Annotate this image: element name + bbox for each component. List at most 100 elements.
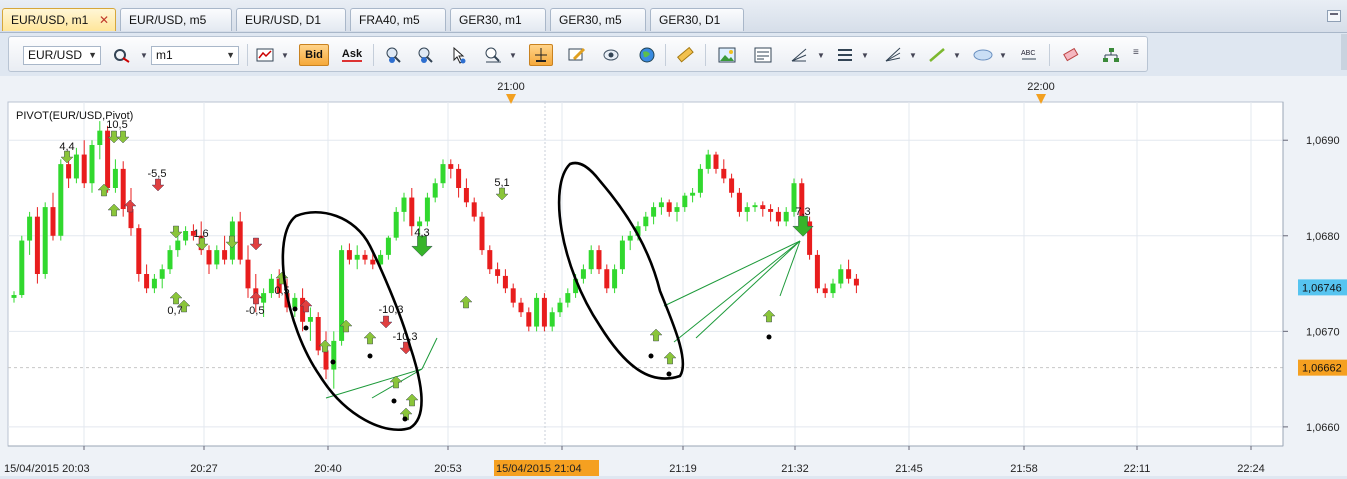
lines-icon[interactable] xyxy=(833,44,857,66)
close-icon[interactable]: ✕ xyxy=(99,9,109,32)
x-tick-label: 20:40 xyxy=(314,463,342,475)
trendline-icon[interactable] xyxy=(925,44,949,66)
chevron-down-icon[interactable]: ▼ xyxy=(281,51,289,60)
candle xyxy=(526,312,532,327)
ink-dot xyxy=(402,416,408,422)
symbol-dropdown[interactable]: EUR/USD ▼ xyxy=(23,46,101,65)
tab-eurusd-m5[interactable]: EUR/USD, m5 xyxy=(120,8,232,31)
candle xyxy=(534,297,540,327)
annotation-label: 4,4 xyxy=(59,141,74,153)
chevron-down-icon: ▼ xyxy=(226,50,235,60)
crosshair-icon[interactable] xyxy=(529,44,553,66)
chevron-down-icon[interactable]: ▼ xyxy=(140,51,148,60)
candle xyxy=(175,240,181,251)
chevron-down-icon[interactable]: ▼ xyxy=(509,51,517,60)
candle xyxy=(479,216,485,251)
tab-ger30-m1[interactable]: GER30, m1 xyxy=(450,8,546,31)
x-tick-label: 20:27 xyxy=(190,463,218,475)
candle xyxy=(471,202,477,217)
image-icon[interactable] xyxy=(715,44,739,66)
candle xyxy=(417,221,423,227)
zoom-out-icon[interactable] xyxy=(413,44,437,66)
candle xyxy=(105,130,111,188)
chevron-down-icon[interactable]: ▼ xyxy=(861,51,869,60)
ellipse-icon[interactable] xyxy=(971,44,995,66)
candle xyxy=(487,250,493,270)
timeframe-dropdown[interactable]: m1 ▼ xyxy=(151,46,239,65)
chevron-down-icon[interactable]: ▼ xyxy=(999,51,1007,60)
more-options-icon[interactable]: ≡ xyxy=(1133,47,1139,58)
ruler-icon[interactable] xyxy=(673,44,697,66)
candle xyxy=(838,269,844,284)
x-tick-label: 15/04/2015 21:04 xyxy=(496,463,582,475)
chevron-down-icon[interactable]: ▼ xyxy=(817,51,825,60)
chevron-down-icon[interactable]: ▼ xyxy=(909,51,917,60)
x-tick-label: 21:45 xyxy=(895,463,923,475)
candle xyxy=(853,278,859,286)
bid-button[interactable]: Bid xyxy=(299,44,329,66)
eraser-icon[interactable] xyxy=(1059,44,1083,66)
chart-toolbar: EUR/USD ▼ ▼ m1 ▼ ▼ Bid Ask ▼ ▼ ▼ ▼ ▼ ▼ ABC… xyxy=(8,36,1148,72)
candle xyxy=(362,254,368,260)
chevron-down-icon: ▼ xyxy=(88,50,97,60)
remove-symbol-icon[interactable] xyxy=(109,44,133,66)
tab-ger30-m5[interactable]: GER30, m5 xyxy=(550,8,646,31)
candle xyxy=(705,154,711,169)
y-tick-label: 1,0680 xyxy=(1306,231,1340,243)
candle xyxy=(66,164,72,179)
tab-eurusd-d1[interactable]: EUR/USD, D1 xyxy=(236,8,346,31)
ink-dot xyxy=(367,353,373,359)
zoom-tool-icon[interactable] xyxy=(481,44,505,66)
x-tick-label: 21:19 xyxy=(669,463,697,475)
cursor-icon[interactable] xyxy=(447,44,471,66)
candle xyxy=(89,145,95,184)
template-icon[interactable] xyxy=(751,44,775,66)
tab-eurusd-m1[interactable]: EUR/USD, m1 ✕ xyxy=(2,8,116,31)
candle xyxy=(822,288,828,294)
candle xyxy=(502,275,508,289)
ask-button[interactable]: Ask xyxy=(337,44,367,66)
candle xyxy=(346,250,352,260)
candle xyxy=(237,221,243,260)
edit-icon[interactable] xyxy=(565,44,589,66)
candle xyxy=(518,302,524,313)
candle xyxy=(151,278,157,289)
tab-fra40-m5[interactable]: FRA40, m5 xyxy=(350,8,446,31)
hierarchy-icon[interactable] xyxy=(1099,44,1123,66)
candle xyxy=(136,228,142,274)
candle xyxy=(81,154,87,184)
chart-type-icon[interactable] xyxy=(253,44,277,66)
minimize-button[interactable] xyxy=(1327,10,1341,22)
candle xyxy=(409,197,415,227)
eye-icon[interactable] xyxy=(599,44,623,66)
svg-text:ABC: ABC xyxy=(1021,50,1035,57)
toolbar-edge xyxy=(1341,34,1347,70)
annotation-label: 5,1 xyxy=(494,177,509,189)
toolbar-separator xyxy=(1049,44,1050,66)
tab-label: GER30, m1 xyxy=(459,13,522,27)
candle xyxy=(97,130,103,145)
candle xyxy=(666,202,672,212)
chart-area[interactable]: 21:00 22:00 4,4 10,5 -5,5 1,6 0,7 -0,5 0,5 4,3 -1… xyxy=(0,76,1347,476)
chevron-down-icon[interactable]: ▼ xyxy=(953,51,961,60)
candle xyxy=(674,207,680,212)
candle xyxy=(331,340,337,370)
candle xyxy=(183,231,189,241)
candle xyxy=(393,211,399,238)
text-icon[interactable]: ABC xyxy=(1017,44,1041,66)
candle xyxy=(619,240,625,270)
candle xyxy=(752,205,758,208)
globe-icon[interactable] xyxy=(635,44,659,66)
candle xyxy=(206,250,212,265)
candle xyxy=(658,202,664,208)
candle xyxy=(448,164,454,169)
tab-label: GER30, m5 xyxy=(559,13,622,27)
fan-icon[interactable] xyxy=(881,44,905,66)
price-chart[interactable]: 21:00 22:00 4,410,5-5,51,60,7 -0,50,54,3-1… xyxy=(0,76,1347,476)
annotation-label: 1,6 xyxy=(193,228,208,240)
tab-ger30-d1[interactable]: GER30, D1 xyxy=(650,8,744,31)
ink-dot xyxy=(303,325,309,331)
zoom-in-icon[interactable] xyxy=(381,44,405,66)
annotation-label: 7,3 xyxy=(795,206,810,218)
fork-icon[interactable] xyxy=(787,44,811,66)
